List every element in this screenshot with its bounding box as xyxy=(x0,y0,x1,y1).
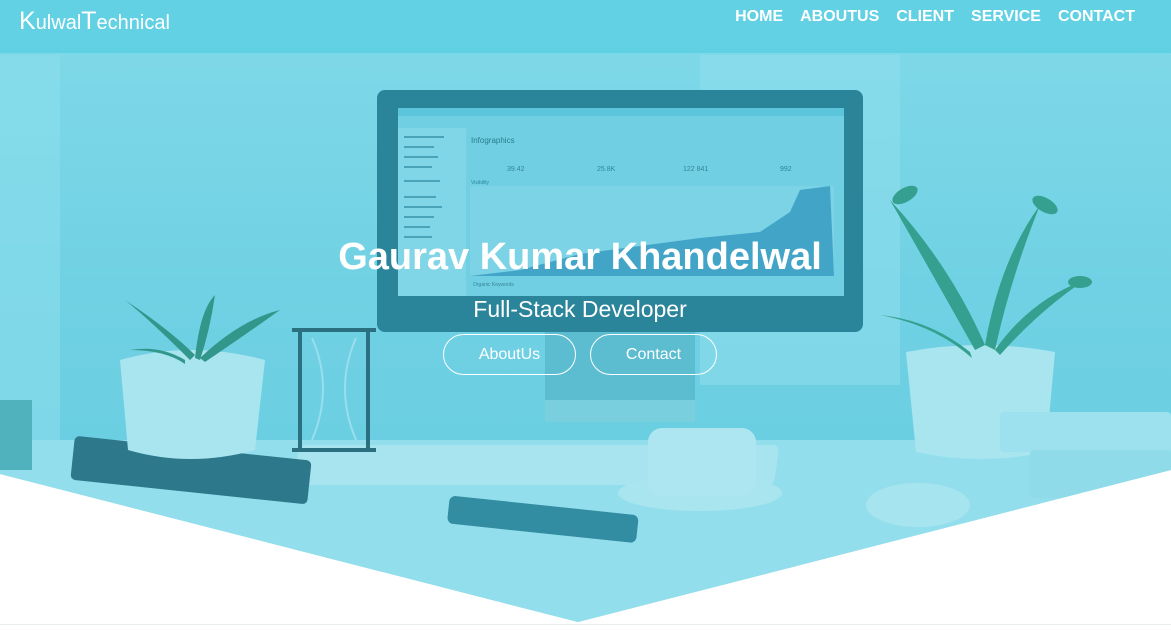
hero-subtitle: Full-Stack Developer xyxy=(473,296,687,322)
contact-button[interactable]: Contact xyxy=(590,334,717,375)
section-divider xyxy=(0,624,1171,625)
nav-menu: HOME ABOUTUS CLIENT SERVICE CONTACT xyxy=(735,8,1135,26)
brand-initial: K xyxy=(19,7,36,35)
nav-link-client[interactable]: CLIENT xyxy=(896,8,954,26)
nav-link-home[interactable]: HOME xyxy=(735,8,783,26)
nav-link-aboutus[interactable]: ABOUTUS xyxy=(800,8,879,26)
nav-link-contact[interactable]: CONTACT xyxy=(1058,8,1135,26)
brand-word: echnical xyxy=(96,12,170,34)
hero-title: Gaurav Kumar Khandelwal xyxy=(338,236,822,278)
brand-logo[interactable]: KulwalTechnical xyxy=(19,7,170,36)
navbar: KulwalTechnical HOME ABOUTUS CLIENT SERV… xyxy=(0,0,1171,53)
brand-initial: T xyxy=(81,7,97,35)
nav-link-service[interactable]: SERVICE xyxy=(971,8,1041,26)
aboutus-button[interactable]: AboutUs xyxy=(443,334,576,375)
brand-word: ulwal xyxy=(35,12,82,34)
